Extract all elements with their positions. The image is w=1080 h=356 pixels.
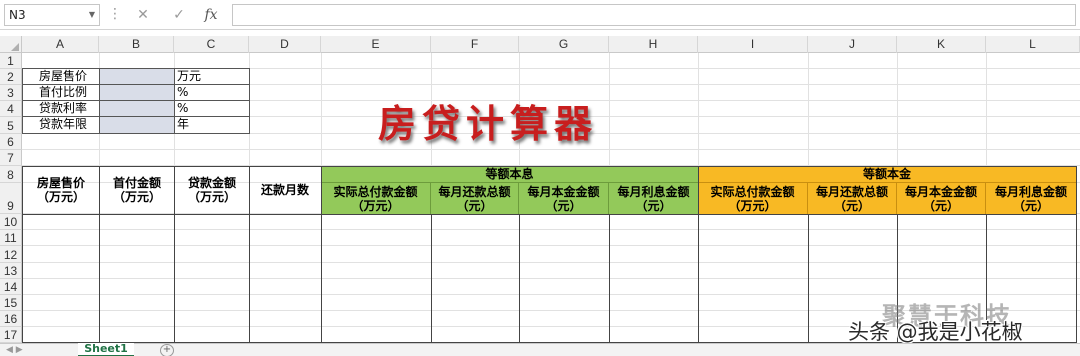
- name-box[interactable]: N3 ▼: [4, 4, 100, 26]
- formula-bar: N3 ▼ ⋮ ✕ ✓ fx: [0, 0, 1080, 30]
- column-header-e[interactable]: E: [321, 36, 431, 53]
- row-header-12[interactable]: 12: [0, 246, 22, 263]
- header-ei-monthly-principal[interactable]: 每月本金金额 （元）: [519, 183, 609, 214]
- name-box-value: N3: [9, 8, 26, 22]
- row-header-5[interactable]: 5: [0, 117, 22, 134]
- header-loan-amount[interactable]: 贷款金额 （万元）: [174, 166, 250, 214]
- table-divider: [431, 214, 432, 343]
- input-house-price[interactable]: [99, 68, 175, 85]
- row-header-1[interactable]: 1: [0, 53, 22, 69]
- header-down-payment[interactable]: 首付金额 （万元）: [99, 166, 175, 214]
- unit-down-payment-ratio[interactable]: %: [174, 84, 250, 101]
- chevron-down-icon[interactable]: ▼: [89, 5, 95, 25]
- row-header-10[interactable]: 10: [0, 214, 22, 230]
- column-header-a[interactable]: A: [22, 36, 99, 53]
- column-header-i[interactable]: I: [698, 36, 808, 53]
- row-header-9[interactable]: 9: [0, 183, 22, 214]
- label-down-payment-ratio[interactable]: 首付比例: [22, 84, 100, 101]
- label-house-price[interactable]: 房屋售价: [22, 68, 100, 85]
- header-ei-total-payment[interactable]: 实际总付款金额 （万元）: [321, 183, 431, 214]
- header-ei-monthly-total[interactable]: 每月还款总额 （元）: [431, 183, 519, 214]
- group-header-equal-principal[interactable]: 等额本金: [698, 166, 1076, 183]
- column-header-k[interactable]: K: [897, 36, 986, 53]
- unit-loan-rate[interactable]: %: [174, 100, 250, 117]
- watermark-text: 头条 @我是小花椒: [848, 320, 1023, 344]
- table-divider: [698, 166, 699, 343]
- table-divider: [609, 214, 610, 343]
- column-header-c[interactable]: C: [174, 36, 249, 53]
- formula-input[interactable]: [232, 4, 1076, 26]
- column-header-b[interactable]: B: [99, 36, 174, 53]
- unit-loan-years[interactable]: 年: [174, 116, 250, 134]
- table-divider: [99, 166, 100, 343]
- table-divider: [174, 166, 175, 343]
- insert-function-icon[interactable]: fx: [200, 5, 222, 25]
- cancel-icon[interactable]: ✕: [132, 5, 154, 25]
- header-repay-months[interactable]: 还款月数: [249, 166, 321, 214]
- row-header-13[interactable]: 13: [0, 263, 22, 279]
- header-ep-monthly-interest[interactable]: 每月利息金额 （元）: [986, 183, 1076, 214]
- row-header-14[interactable]: 14: [0, 279, 22, 295]
- header-ei-monthly-interest[interactable]: 每月利息金额 （元）: [609, 183, 698, 214]
- label-loan-rate[interactable]: 贷款利率: [22, 100, 100, 117]
- row-header-15[interactable]: 15: [0, 295, 22, 311]
- table-divider: [22, 214, 1077, 215]
- table-divider: [519, 214, 520, 343]
- column-header-j[interactable]: J: [808, 36, 897, 53]
- row-header-3[interactable]: 3: [0, 85, 22, 101]
- header-ep-total-payment[interactable]: 实际总付款金额 （万元）: [698, 183, 808, 214]
- select-all-button[interactable]: [0, 36, 22, 53]
- input-loan-years[interactable]: [99, 116, 175, 134]
- group-header-equal-interest[interactable]: 等额本息: [321, 166, 698, 183]
- table-divider: [808, 214, 809, 343]
- input-down-payment-ratio[interactable]: [99, 84, 175, 101]
- unit-house-price[interactable]: 万元: [174, 68, 250, 85]
- column-header-h[interactable]: H: [609, 36, 698, 53]
- header-ep-monthly-principal[interactable]: 每月本金金额 （元）: [897, 183, 986, 214]
- column-header-l[interactable]: L: [986, 36, 1080, 53]
- column-header-f[interactable]: F: [431, 36, 519, 53]
- column-header-d[interactable]: D: [249, 36, 321, 53]
- enter-icon[interactable]: ✓: [168, 5, 190, 25]
- row-header-2[interactable]: 2: [0, 69, 22, 85]
- sheet-tab-sheet1[interactable]: Sheet1: [78, 343, 134, 356]
- drag-handle-icon[interactable]: ⋮: [108, 6, 122, 24]
- label-loan-years[interactable]: 贷款年限: [22, 116, 100, 134]
- row-header-7[interactable]: 7: [0, 150, 22, 166]
- column-header-bar: A B C D E F G H I J K L: [0, 36, 1080, 53]
- row-header-6[interactable]: 6: [0, 134, 22, 150]
- add-sheet-icon[interactable]: +: [160, 344, 174, 356]
- table-divider: [321, 166, 322, 343]
- header-ep-monthly-total[interactable]: 每月还款总额 （元）: [808, 183, 897, 214]
- header-house-price[interactable]: 房屋售价 （万元）: [22, 166, 100, 214]
- page-title: 房贷计算器: [378, 101, 599, 146]
- row-header-11[interactable]: 11: [0, 230, 22, 246]
- table-divider: [249, 166, 250, 343]
- row-header-8[interactable]: 8: [0, 166, 22, 183]
- sheet-nav-arrows[interactable]: ◀ ▶: [6, 344, 66, 356]
- sheet-tab-bar: ◀ ▶ Sheet1 +: [0, 343, 1080, 356]
- row-header-4[interactable]: 4: [0, 101, 22, 117]
- row-header-17[interactable]: 17: [0, 327, 22, 343]
- column-header-g[interactable]: G: [519, 36, 609, 53]
- row-header-16[interactable]: 16: [0, 311, 22, 327]
- input-loan-rate[interactable]: [99, 100, 175, 117]
